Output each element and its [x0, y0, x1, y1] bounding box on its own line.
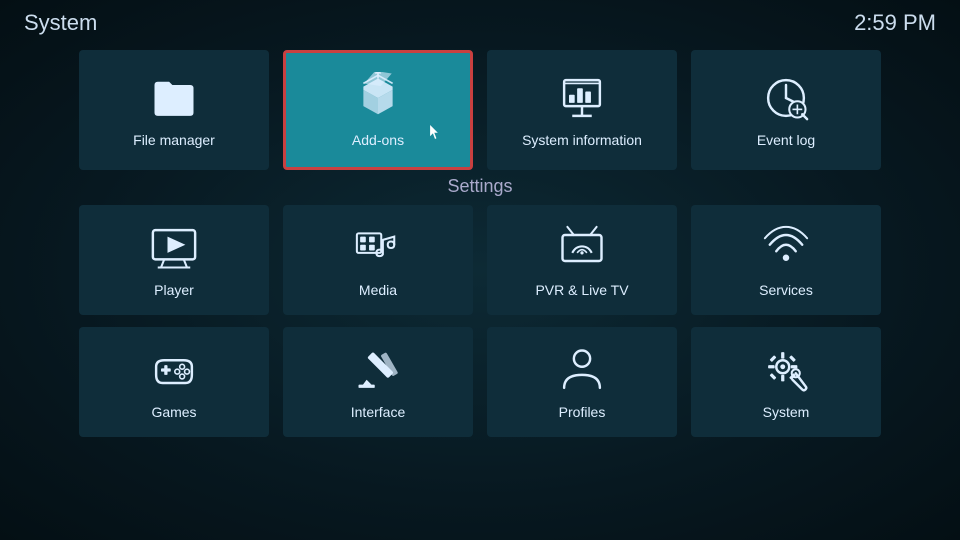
- settings-section-label: Settings: [447, 176, 512, 197]
- tile-add-ons[interactable]: Add-ons: [283, 50, 473, 170]
- folder-icon: [148, 72, 200, 124]
- tile-label-games: Games: [151, 404, 196, 420]
- tile-label-profiles: Profiles: [559, 404, 606, 420]
- tile-label-event-log: Event log: [757, 132, 815, 148]
- tile-label-player: Player: [154, 282, 194, 298]
- profiles-icon: [556, 344, 608, 396]
- sysinfo-icon: [556, 72, 608, 124]
- tile-label-pvr: PVR & Live TV: [535, 282, 628, 298]
- services-icon: [760, 222, 812, 274]
- tile-interface[interactable]: Interface: [283, 327, 473, 437]
- eventlog-icon: [760, 72, 812, 124]
- addons-icon: [352, 72, 404, 124]
- tile-games[interactable]: Games: [79, 327, 269, 437]
- settings-row-2: Games Interface: [79, 327, 881, 437]
- tile-event-log[interactable]: Event log: [691, 50, 881, 170]
- tile-label-media: Media: [359, 282, 397, 298]
- tile-label-services: Services: [759, 282, 813, 298]
- tile-pvr[interactable]: PVR & Live TV: [487, 205, 677, 315]
- tile-system[interactable]: System: [691, 327, 881, 437]
- tile-profiles[interactable]: Profiles: [487, 327, 677, 437]
- tile-player[interactable]: Player: [79, 205, 269, 315]
- media-icon: [352, 222, 404, 274]
- tile-file-manager[interactable]: File manager: [79, 50, 269, 170]
- tile-system-information[interactable]: System information: [487, 50, 677, 170]
- pvr-icon: [556, 222, 608, 274]
- main-content: File manager Add-ons: [0, 50, 960, 540]
- games-icon: [148, 344, 200, 396]
- player-icon: [148, 222, 200, 274]
- system-icon: [760, 344, 812, 396]
- top-row: File manager Add-ons: [79, 50, 881, 170]
- mouse-cursor-icon: [428, 125, 442, 139]
- tile-label-interface: Interface: [351, 404, 405, 420]
- tile-label-file-manager: File manager: [133, 132, 215, 148]
- interface-icon: [352, 344, 404, 396]
- settings-row-1: Player Media: [79, 205, 881, 315]
- tile-media[interactable]: Media: [283, 205, 473, 315]
- clock: 2:59 PM: [854, 10, 936, 36]
- tile-label-add-ons: Add-ons: [352, 132, 404, 148]
- tile-label-system: System: [763, 404, 810, 420]
- tile-services[interactable]: Services: [691, 205, 881, 315]
- header: System 2:59 PM: [0, 0, 960, 46]
- tile-label-system-information: System information: [522, 132, 642, 148]
- page-title: System: [24, 10, 97, 36]
